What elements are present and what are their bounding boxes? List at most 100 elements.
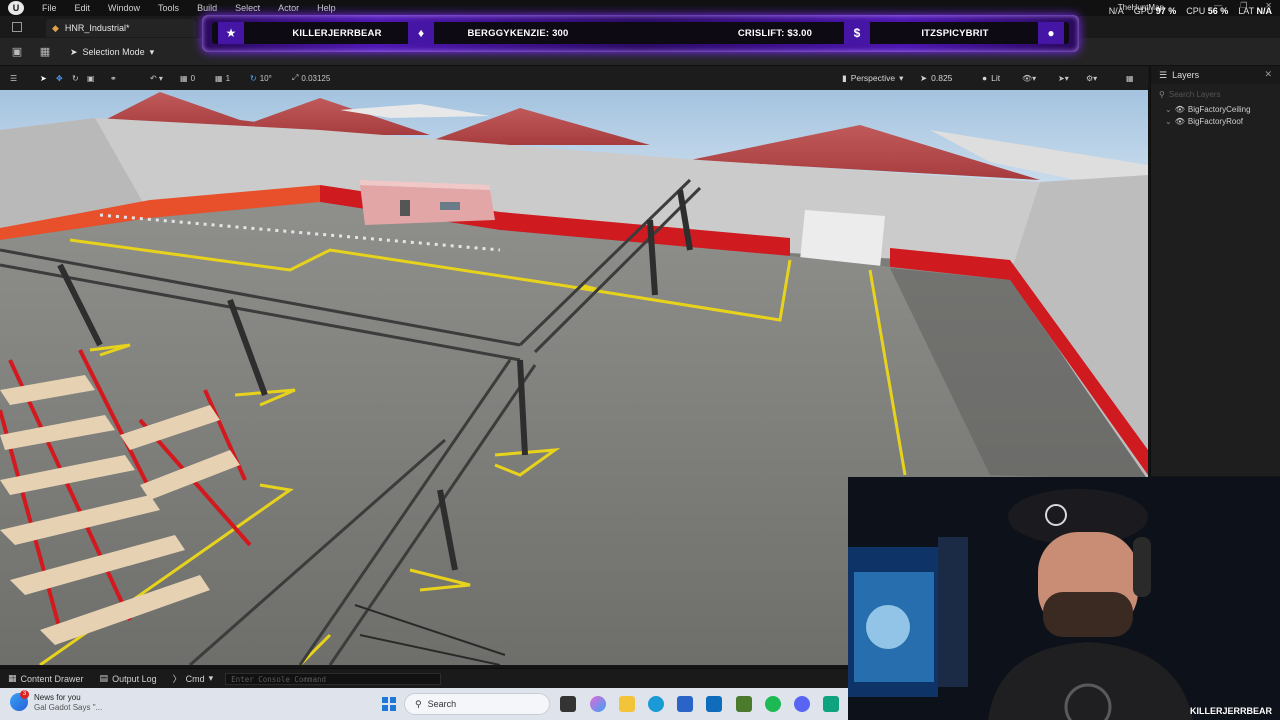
windows-taskbar: 3 News for you Gal Gadot Says "... ⚲ Sea… — [0, 688, 848, 720]
chevron-down-icon: ▾ — [149, 46, 155, 57]
unreal-logo-icon[interactable]: U — [8, 1, 24, 15]
menu-select[interactable]: Select — [226, 3, 269, 13]
latest-cheer: ITZSPICYBRIT — [921, 27, 989, 39]
perspective-dropdown[interactable]: ▮ Perspective ▾ — [842, 70, 903, 86]
layer-item[interactable]: ⌄ 👁 BigFactoryCeiling — [1151, 103, 1280, 115]
search-icon: ⚲ — [1159, 89, 1165, 99]
menu-tools[interactable]: Tools — [149, 3, 188, 13]
eye-icon[interactable]: 👁 — [1175, 117, 1185, 126]
latest-donation: CRISLIFT: $3.00 — [737, 27, 813, 39]
layers-header: ☰ Layers — [1151, 66, 1280, 84]
menu-edit[interactable]: Edit — [66, 3, 100, 13]
menu-bar: U File Edit Window Tools Build Select Ac… — [0, 0, 1280, 16]
cmd-dropdown[interactable]: 〉 Cmd ▾ — [165, 672, 222, 685]
layers-icon: ☰ — [1159, 69, 1168, 80]
discord-icon[interactable] — [794, 696, 810, 712]
menu-actor[interactable]: Actor — [269, 3, 308, 13]
content-drawer-button[interactable]: ▦ Content Drawer — [0, 673, 92, 684]
spotify-icon[interactable] — [765, 696, 781, 712]
layer-search-input[interactable]: ⚲ Search Layers — [1159, 88, 1274, 100]
layers-panel: ☰ Layers ✕ ⚲ Search Layers ⌄ 👁 BigFactor… — [1150, 66, 1280, 476]
rotate-count-icon: ▦ — [215, 73, 223, 83]
output-log-button[interactable]: ▤ Output Log — [92, 673, 165, 684]
news-badge: 3 — [20, 690, 29, 699]
folder-icon: ▦ — [8, 673, 17, 683]
news-text: News for you Gal Gadot Says "... — [34, 693, 103, 712]
show-flags-icon[interactable]: 👁▾ — [1022, 71, 1036, 85]
dollar-icon: $ — [844, 22, 870, 44]
editor-status-bar: ▦ Content Drawer ▤ Output Log 〉 Cmd ▾ En… — [0, 668, 848, 688]
selection-mode-dropdown[interactable]: ➤ Selection Mode ▾ — [64, 44, 160, 60]
file-explorer-icon[interactable] — [619, 696, 635, 712]
home-icon[interactable] — [12, 22, 22, 32]
selection-mode-icon: ➤ — [70, 46, 78, 57]
console-input[interactable]: Enter Console Command — [225, 672, 442, 685]
rotate-tool-icon[interactable]: ↻ — [72, 71, 79, 85]
scale-snap-icon: ⤢ — [292, 73, 299, 82]
webcam-image — [848, 477, 1280, 720]
selection-mode-label: Selection Mode — [82, 47, 145, 57]
camera-speed[interactable]: ➤ 0.825 — [920, 70, 952, 86]
lat-stat: LAT N/A — [1238, 6, 1272, 16]
cpu-stat: CPU 56 % — [1186, 6, 1229, 16]
camera-icon: ▮ — [842, 72, 847, 83]
lit-sphere-icon: ● — [982, 73, 988, 83]
performance-stats: N/A GPU 97 % CPU 56 % LAT N/A — [1109, 6, 1272, 16]
surface-snap-icon[interactable]: ↶ ▾ — [150, 71, 163, 85]
latest-follower: KILLERJERRBEAR — [292, 27, 382, 39]
menu-build[interactable]: Build — [188, 3, 226, 13]
stream-alert-bar: ★ KILLERJERRBEAR ♦ BERGGYKENZIE: 300 CRI… — [202, 15, 1079, 52]
taskbar-search[interactable]: ⚲ Search — [404, 693, 550, 715]
chevron-icon: ⌄ — [1165, 116, 1172, 126]
angle-icon: ↻ — [250, 73, 257, 83]
user-icon: ● — [1038, 22, 1064, 44]
viewport-menu-icon[interactable]: ☰ — [10, 71, 17, 85]
scale-tool-icon[interactable]: ▣ — [87, 71, 95, 85]
search-icon: ⚲ — [415, 698, 422, 709]
log-icon: ▤ — [99, 673, 109, 683]
menu-window[interactable]: Window — [99, 3, 149, 13]
menu-file[interactable]: File — [24, 3, 66, 13]
edge-icon[interactable] — [648, 696, 664, 712]
menu-help[interactable]: Help — [308, 3, 345, 13]
store-icon[interactable] — [677, 696, 693, 712]
realtime-icon[interactable]: ➤▾ — [1058, 71, 1069, 85]
na-stat: N/A — [1108, 6, 1124, 16]
latest-sub: BERGGYKENZIE: 300 — [467, 27, 569, 39]
news-widget[interactable]: 3 News for you Gal Gadot Says "... — [10, 690, 103, 713]
maximize-viewport-icon[interactable]: ▦ — [1126, 71, 1134, 85]
outlook-icon[interactable] — [706, 696, 722, 712]
webcam-feed: KILLERJERRBEAR — [848, 477, 1280, 720]
settings-gear-icon[interactable]: ⚙▾ — [1086, 71, 1097, 85]
minecraft-icon[interactable] — [736, 696, 752, 712]
news-icon: 3 — [10, 690, 29, 711]
app-icon[interactable] — [823, 696, 839, 712]
chevron-down-icon: ▾ — [208, 673, 214, 683]
scale-snap-toggle[interactable]: ⤢ 0.03125 — [292, 71, 330, 85]
eye-icon[interactable]: 👁 — [1175, 105, 1185, 114]
grid-snap-toggle[interactable]: ▦ 0 — [180, 71, 195, 85]
rotate-snap-count[interactable]: ▦ 1 — [215, 71, 230, 85]
task-view-icon[interactable] — [560, 696, 576, 712]
terminal-icon: 〉 — [172, 674, 182, 684]
level-icon: ◆ — [52, 22, 59, 33]
select-tool-icon[interactable]: ➤ — [40, 71, 47, 85]
stream-alert-inner: ★ KILLERJERRBEAR ♦ BERGGYKENZIE: 300 CRI… — [212, 22, 1069, 44]
save-icon[interactable]: ▣ — [10, 45, 24, 59]
layer-item[interactable]: ⌄ 👁 BigFactoryRoof — [1151, 115, 1280, 127]
close-icon[interactable]: ✕ — [1264, 69, 1272, 80]
level-tab[interactable]: ◆ HNR_Industrial* — [46, 19, 196, 37]
view-mode-dropdown[interactable]: ● Lit — [982, 70, 1000, 86]
level-tab-label: HNR_Industrial* — [64, 23, 130, 33]
windows-start-icon[interactable] — [382, 697, 396, 711]
copilot-icon[interactable] — [590, 696, 606, 712]
star-icon: ★ — [218, 22, 244, 44]
move-tool-icon[interactable]: ✥ — [56, 71, 63, 85]
content-icon[interactable]: ▦ — [38, 45, 52, 59]
streamer-name: KILLERJERRBEAR — [1189, 706, 1272, 716]
speed-icon: ➤ — [920, 72, 928, 83]
world-space-icon[interactable]: ⚭ — [110, 71, 117, 85]
diamond-icon: ♦ — [408, 22, 434, 44]
rotate-snap-toggle[interactable]: ↻ 10° — [250, 71, 272, 85]
viewport-toolbar: ☰ ➤ ✥ ↻ ▣ ⚭ ↶ ▾ ▦ 0 ▦ 1 ↻ 10° ⤢ 0.03125 ▮ Pe… — [0, 66, 1148, 90]
